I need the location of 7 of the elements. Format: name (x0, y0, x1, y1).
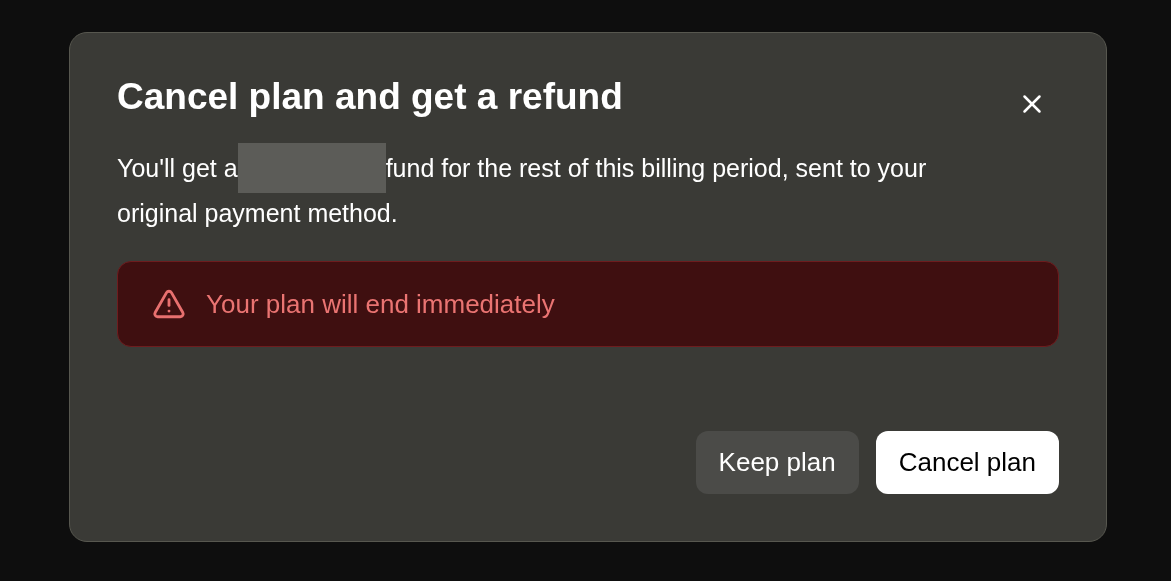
secondary-button[interactable]: Keep plan (695, 431, 859, 494)
body-text: You'll get a (117, 153, 238, 185)
dialog-title: Cancel plan and get a refund (117, 75, 623, 119)
body-text: original payment method. (117, 198, 398, 230)
warning-text: Your plan will end immediately (206, 287, 555, 321)
body-text: fund for the rest of this billing period, sent to your (385, 153, 927, 185)
confirm-button[interactable]: Cancel plan (875, 431, 1059, 494)
